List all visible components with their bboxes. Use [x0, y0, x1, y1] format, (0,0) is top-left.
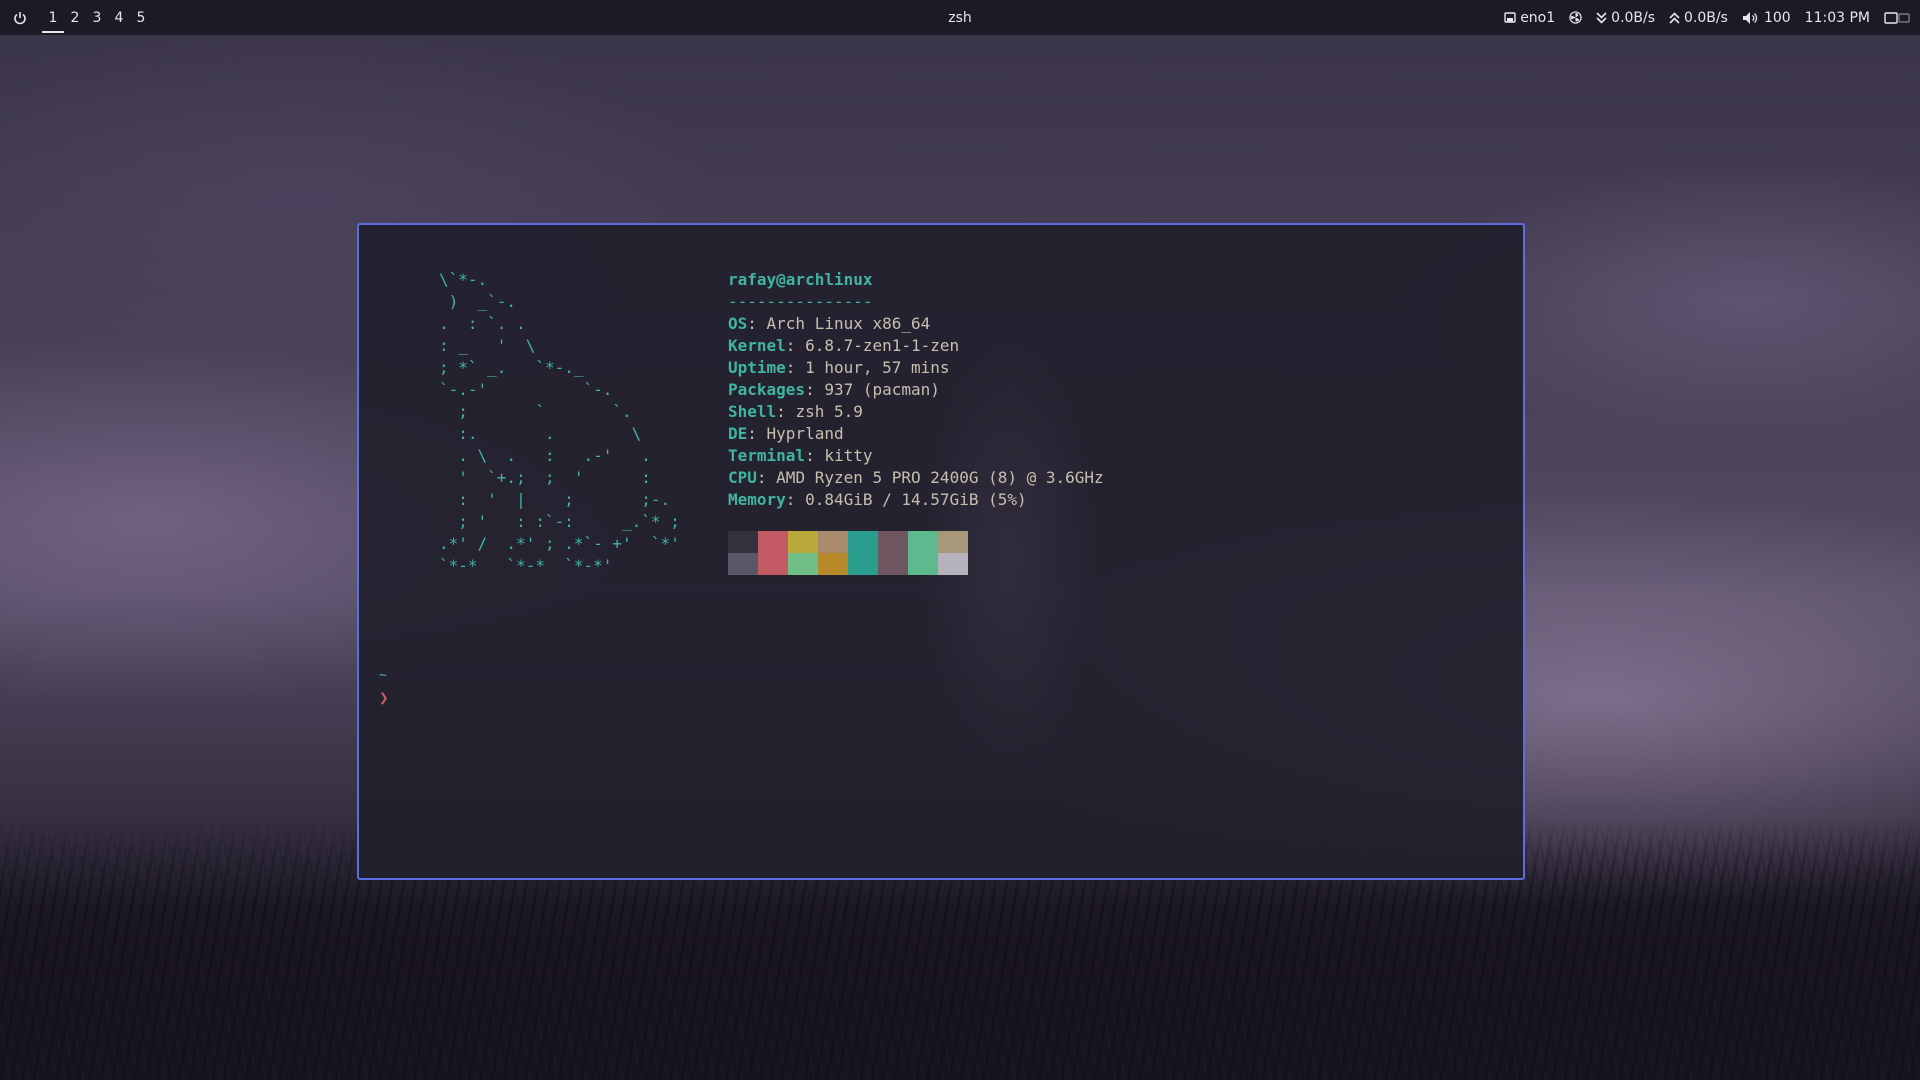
shell-prompt[interactable]: ~ ❯	[379, 665, 389, 709]
info-key: Shell	[728, 402, 777, 421]
color-swatch	[878, 553, 908, 575]
color-swatch	[728, 531, 758, 553]
workspace-4[interactable]: 4	[108, 3, 130, 33]
info-key: CPU	[728, 468, 757, 487]
download-arrow-icon	[1596, 11, 1607, 24]
volume-icon	[1742, 11, 1758, 24]
info-key: Terminal	[728, 446, 806, 465]
info-value: kitty	[824, 446, 873, 465]
user-host-line: rafay@archlinux	[728, 269, 1104, 291]
color-swatch	[938, 553, 968, 575]
color-swatch	[818, 553, 848, 575]
user-host: rafay@archlinux	[728, 270, 873, 289]
clock[interactable]: 11:03 PM	[1805, 10, 1870, 26]
fan-icon	[1569, 11, 1582, 24]
color-swatch	[758, 531, 788, 553]
color-swatch	[938, 531, 968, 553]
upload-module[interactable]: 0.0B/s	[1669, 10, 1728, 26]
separator-line: ---------------	[728, 292, 873, 311]
info-key: DE	[728, 424, 748, 443]
workspace-5[interactable]: 5	[130, 3, 152, 33]
info-value: 0.84GiB / 14.57GiB (5%)	[805, 490, 1027, 509]
color-swatch	[728, 553, 758, 575]
volume-level: 100	[1763, 9, 1791, 26]
info-value: 1 hour, 57 mins	[805, 358, 950, 377]
upload-rate: 0.0B/s	[1684, 9, 1728, 26]
volume-module[interactable]: 100	[1742, 10, 1791, 26]
status-modules: eno1 0.0B/s 0.0B/s 100 11:03 PM	[1504, 0, 1910, 35]
color-swatch	[818, 531, 848, 553]
ethernet-icon	[1504, 11, 1516, 23]
color-swatch	[788, 553, 818, 575]
info-row-kernel: Kernel: 6.8.7-zen1-1-zen	[728, 336, 960, 355]
info-row-uptime: Uptime: 1 hour, 57 mins	[728, 358, 950, 377]
info-row-memory: Memory: 0.84GiB / 14.57GiB (5%)	[728, 490, 1027, 509]
fetch-info: rafay@archlinux --------------- OS: Arch…	[728, 269, 1104, 511]
color-swatch	[758, 553, 788, 575]
network-interface-label: eno1	[1520, 9, 1556, 26]
top-bar: 1 2 3 4 5 zsh eno1 0.0B/s 0.0B/s 100 11:…	[0, 0, 1920, 35]
tray-icon	[1884, 11, 1910, 24]
workspace-2[interactable]: 2	[64, 3, 86, 33]
tray-toggle[interactable]	[1884, 11, 1910, 25]
download-rate: 0.0B/s	[1611, 9, 1656, 26]
info-key: OS	[728, 314, 748, 333]
color-swatch	[848, 553, 878, 575]
info-key: Memory	[728, 490, 786, 509]
info-row-os: OS: Arch Linux x86_64	[728, 314, 931, 333]
color-swatch	[788, 531, 818, 553]
color-swatch	[908, 531, 938, 553]
color-swatch	[878, 531, 908, 553]
prompt-symbol: ❯	[379, 688, 389, 707]
color-swatch	[848, 531, 878, 553]
workspace-1[interactable]: 1	[42, 3, 64, 33]
ascii-cat-art: \`*-. ) _`-. . : `. . : _ ' \ ; *` _. `*…	[439, 270, 680, 575]
window-title: zsh	[948, 9, 972, 26]
prompt-directory: ~	[379, 668, 387, 683]
info-row-de: DE: Hyprland	[728, 424, 844, 443]
info-key: Kernel	[728, 336, 786, 355]
power-icon[interactable]	[12, 10, 28, 26]
color-palette	[728, 531, 968, 575]
workspace-3[interactable]: 3	[86, 3, 108, 33]
terminal-window[interactable]: \`*-. ) _`-. . : `. . : _ ' \ ; *` _. `*…	[357, 223, 1525, 880]
color-swatch	[908, 553, 938, 575]
info-value: 6.8.7-zen1-1-zen	[805, 336, 960, 355]
info-key: Packages	[728, 380, 806, 399]
info-row-terminal: Terminal: kitty	[728, 446, 873, 465]
info-value: Arch Linux x86_64	[766, 314, 931, 333]
upload-arrow-icon	[1669, 11, 1680, 24]
info-value: 937 (pacman)	[824, 380, 940, 399]
info-key: Uptime	[728, 358, 786, 377]
info-value: zsh 5.9	[795, 402, 863, 421]
workspace-switcher: 1 2 3 4 5	[42, 3, 152, 33]
info-row-packages: Packages: 937 (pacman)	[728, 380, 940, 399]
info-row-cpu: CPU: AMD Ryzen 5 PRO 2400G (8) @ 3.6GHz	[728, 468, 1104, 487]
network-module[interactable]: eno1	[1504, 10, 1555, 26]
info-value: Hyprland	[766, 424, 844, 443]
info-row-shell: Shell: zsh 5.9	[728, 402, 863, 421]
download-module[interactable]: 0.0B/s	[1596, 10, 1655, 26]
fan-module[interactable]	[1569, 11, 1582, 24]
info-value: AMD Ryzen 5 PRO 2400G (8) @ 3.6GHz	[776, 468, 1104, 487]
